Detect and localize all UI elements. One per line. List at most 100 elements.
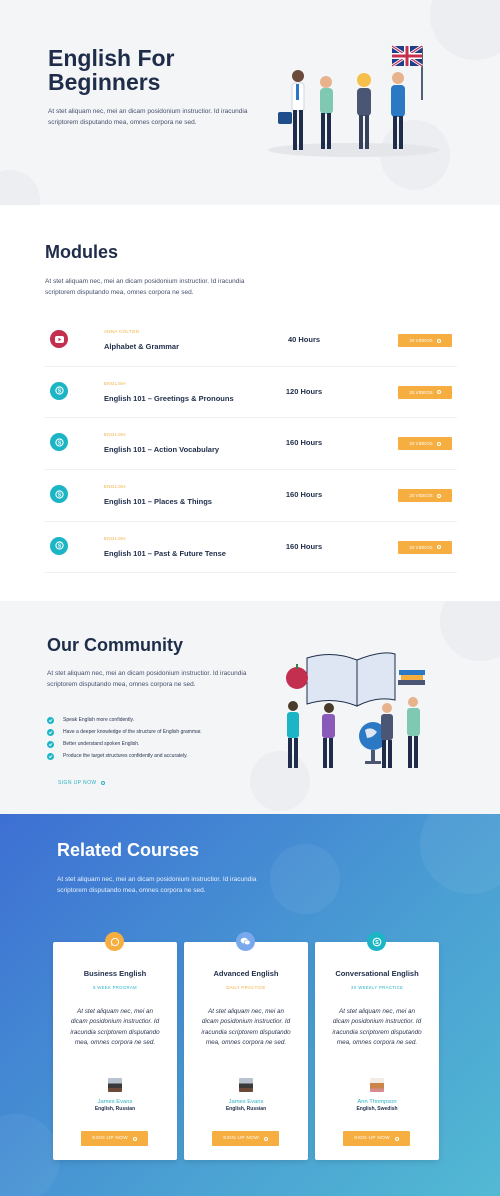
skype-icon: S — [50, 433, 68, 452]
course-name: Advanced English — [213, 969, 279, 978]
module-name[interactable]: English 101 – Places & Things — [104, 497, 212, 506]
list-item: Produce the target structures confidentl… — [47, 750, 202, 762]
sign-up-button[interactable]: SIGN UP NOW — [343, 1131, 410, 1146]
videos-button-label: 20 VIDEOS — [409, 389, 433, 395]
videos-button[interactable]: 20 VIDEOS — [398, 489, 452, 503]
instructor-languages: English, Swedish — [356, 1106, 398, 1112]
module-hours: 160 Hours — [285, 490, 323, 500]
module-row[interactable]: ANNA COLTON Alphabet & Grammar 40 Hours … — [45, 315, 457, 367]
module-hours: 160 Hours — [285, 541, 323, 551]
avatar — [108, 1078, 122, 1092]
module-name[interactable]: English 101 – Action Vocabulary — [104, 445, 219, 454]
decorative-circle — [420, 814, 500, 894]
sign-up-link[interactable]: SIGN UP NOW — [58, 780, 106, 786]
module-hours: 160 Hours — [285, 438, 323, 448]
videos-button[interactable]: 20 VIDEOS — [398, 540, 452, 554]
module-row[interactable]: S ENGLISH English 101 – Past & Future Te… — [45, 522, 457, 574]
list-item: Speak English more confidently. — [47, 714, 202, 726]
skype-icon: S — [50, 381, 68, 400]
module-name[interactable]: Alphabet & Grammar — [104, 342, 179, 351]
students-with-book-illustration — [286, 652, 425, 768]
hero-section: English For Beginners At stet aliquam ne… — [0, 0, 500, 205]
avatar — [370, 1078, 384, 1092]
whatsapp-icon — [105, 932, 124, 951]
skype-icon: S — [50, 485, 68, 504]
videos-button[interactable]: 20 VIDEOS — [398, 437, 452, 451]
course-schedule: 8 WEEK PROGRAM — [93, 985, 137, 990]
list-item-text: Better understand spoken English. — [63, 741, 140, 747]
arrow-circle-icon — [436, 338, 441, 343]
hero-description: At stet aliquam nec, mei an dicam posido… — [48, 108, 248, 126]
videos-button[interactable]: 20 VIDEOS — [398, 385, 452, 399]
arrow-circle-icon — [264, 1136, 268, 1141]
people-with-flag-illustration — [268, 44, 440, 157]
page-title: English For Beginners — [48, 45, 175, 95]
module-name[interactable]: English 101 – Past & Future Tense — [104, 549, 226, 558]
related-courses-section: Related Courses At stet aliquam nec, mei… — [0, 814, 500, 1196]
skype-icon: S — [50, 536, 68, 555]
sign-up-button-label: SIGN UP NOW — [223, 1136, 259, 1141]
list-item-text: Speak English more confidently. — [63, 717, 135, 723]
svg-text:S: S — [375, 940, 379, 946]
community-description: At stet aliquam nec, mei an dicam posido… — [47, 670, 247, 688]
course-description: At stet aliquam nec, mei an dicam posido… — [332, 1008, 422, 1046]
course-schedule: DAILY PRACTICE — [226, 985, 266, 990]
instructor-languages: English, Russian — [225, 1106, 267, 1112]
instructor-name[interactable]: Ann Thompson — [315, 1099, 439, 1105]
decorative-circle — [270, 844, 340, 914]
list-item-text: Have a deeper knowledge of the structure… — [63, 729, 202, 735]
check-icon — [47, 752, 54, 760]
module-name[interactable]: English 101 – Greetings & Pronouns — [104, 394, 234, 403]
videos-button[interactable]: 20 VIDEOS — [398, 334, 452, 347]
instructor-name[interactable]: James Evans — [184, 1099, 308, 1105]
videos-button-label: 20 VIDEOS — [409, 493, 433, 499]
module-tag: ENGLISH — [104, 484, 126, 490]
module-tag: ENGLISH — [104, 432, 126, 438]
decorative-circle — [0, 1114, 60, 1196]
arrow-circle-icon — [101, 781, 106, 785]
videos-button-label: 20 VIDEOS — [409, 338, 433, 343]
course-card[interactable]: Business English 8 WEEK PROGRAM At stet … — [53, 932, 177, 1160]
sign-up-link-label: SIGN UP NOW — [58, 780, 97, 786]
module-row[interactable]: S ENGLISH English 101 – Places & Things … — [45, 470, 457, 522]
course-card[interactable]: Advanced English DAILY PRACTICE At stet … — [184, 932, 308, 1160]
instructor-name[interactable]: James Evans — [53, 1099, 177, 1105]
module-tag: ENGLISH — [104, 535, 126, 541]
youtube-icon — [50, 330, 68, 348]
modules-description: At stet aliquam nec, mei an dicam posido… — [45, 278, 245, 296]
module-row[interactable]: S ENGLISH English 101 – Greetings & Pron… — [45, 367, 457, 419]
check-icon — [47, 728, 54, 736]
list-item: Better understand spoken English. — [47, 738, 202, 750]
related-courses-title: Related Courses — [57, 840, 200, 860]
community-section: Our Community At stet aliquam nec, mei a… — [0, 601, 500, 814]
arrow-circle-icon — [436, 493, 441, 498]
arrow-circle-icon — [436, 545, 441, 550]
arrow-circle-icon — [395, 1136, 399, 1141]
modules-section: Modules At stet aliquam nec, mei an dica… — [0, 205, 500, 601]
videos-button-label: 20 VIDEOS — [409, 441, 433, 447]
check-icon — [47, 740, 54, 748]
module-hours: 40 Hours — [287, 335, 321, 344]
decorative-circle — [0, 170, 40, 205]
videos-button-label: 20 VIDEOS — [409, 544, 433, 550]
skype-icon: S — [367, 932, 386, 951]
arrow-circle-icon — [436, 390, 441, 395]
module-tag: ENGLISH — [104, 380, 126, 386]
arrow-circle-icon — [436, 441, 441, 446]
sign-up-button[interactable]: SIGN UP NOW — [212, 1131, 279, 1146]
course-card[interactable]: S Conversational English 3X WEEKLY PRACT… — [315, 932, 439, 1160]
sign-up-button-label: SIGN UP NOW — [354, 1136, 390, 1141]
benefits-list: Speak English more confidently. Have a d… — [47, 714, 202, 762]
course-name: Business English — [83, 969, 147, 978]
sign-up-button[interactable]: SIGN UP NOW — [81, 1131, 148, 1146]
module-tag: ANNA COLTON — [104, 329, 140, 334]
list-item: Have a deeper knowledge of the structure… — [47, 726, 202, 738]
module-row[interactable]: S ENGLISH English 101 – Action Vocabular… — [45, 418, 457, 471]
related-courses-description: At stet aliquam nec, mei an dicam posido… — [57, 876, 257, 894]
modules-list: ANNA COLTON Alphabet & Grammar 40 Hours … — [45, 315, 457, 574]
modules-title: Modules — [45, 242, 119, 262]
module-hours: 120 Hours — [285, 386, 323, 396]
decorative-circle — [440, 601, 500, 661]
community-title: Our Community — [47, 635, 184, 655]
course-schedule: 3X WEEKLY PRACTICE — [350, 985, 404, 990]
